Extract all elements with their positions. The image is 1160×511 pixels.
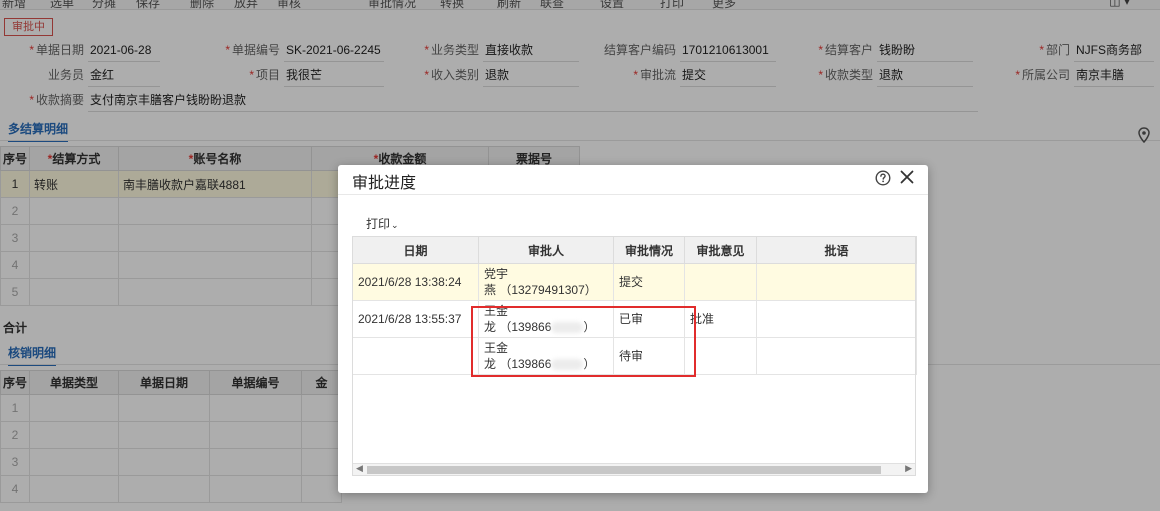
approval-table-frame: [352, 236, 916, 476]
scroll-right-icon[interactable]: ▶: [905, 463, 912, 474]
approval-progress-dialog: 审批进度 打印⌄ 日期 审批人 审批情况 审批意见 批语 2021/6/28 1…: [338, 165, 928, 493]
help-icon[interactable]: [875, 170, 891, 186]
scroll-left-icon[interactable]: ◀: [356, 463, 363, 474]
horizontal-scrollbar[interactable]: ◀ ▶: [353, 463, 915, 475]
scrollbar-thumb[interactable]: [367, 466, 881, 474]
dialog-title: 审批进度: [352, 175, 417, 192]
print-button[interactable]: 打印⌄: [366, 215, 399, 232]
chevron-down-icon: ⌄: [391, 220, 399, 230]
close-icon[interactable]: [899, 169, 915, 185]
dialog-header-divider: [338, 194, 928, 195]
